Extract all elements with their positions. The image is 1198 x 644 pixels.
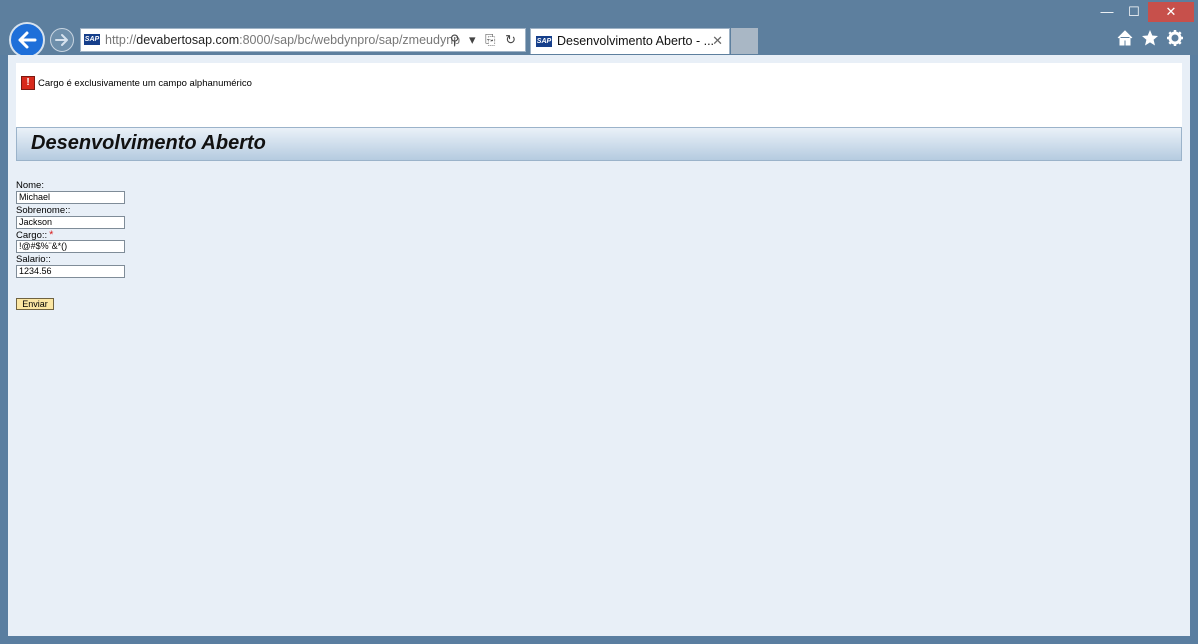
maximize-button[interactable]: ☐: [1121, 2, 1147, 22]
error-icon: !: [21, 76, 35, 90]
home-icon[interactable]: [1116, 29, 1134, 52]
new-tab-button[interactable]: [731, 28, 758, 54]
forward-button[interactable]: [50, 28, 74, 52]
page-title: Desenvolvimento Aberto: [31, 132, 266, 154]
cargo-field[interactable]: !@#$%¨&*(): [16, 240, 125, 253]
page-header: Desenvolvimento Aberto: [16, 127, 1182, 161]
error-message[interactable]: Cargo é exclusivamente um campo alphanum…: [38, 78, 252, 89]
sobrenome-field[interactable]: Jackson: [16, 216, 125, 229]
minimize-button[interactable]: —: [1094, 2, 1120, 22]
salario-label: Salario::: [16, 254, 51, 265]
page-content: ! Cargo é exclusivamente um campo alphan…: [8, 55, 1190, 636]
arrow-right-icon: [55, 34, 68, 46]
message-area: ! Cargo é exclusivamente um campo alphan…: [16, 63, 1182, 128]
star-icon[interactable]: [1141, 29, 1159, 52]
address-bar[interactable]: SAP http://devabertosap.com:8000/sap/bc/…: [80, 28, 526, 52]
back-button[interactable]: [9, 22, 45, 58]
sobrenome-label: Sobrenome::: [16, 205, 71, 216]
nome-field[interactable]: Michael: [16, 191, 125, 204]
address-url[interactable]: http://devabertosap.com:8000/sap/bc/webd…: [105, 33, 460, 47]
tab-title: Desenvolvimento Aberto - ...: [557, 34, 715, 48]
salario-field[interactable]: 1234.56: [16, 265, 125, 278]
sap-favicon-icon: SAP: [536, 36, 552, 47]
nome-label: Nome:: [16, 180, 44, 191]
address-tools-icons[interactable]: ⚲ ▾ ⎘ ↻: [450, 32, 519, 48]
gear-icon[interactable]: [1166, 29, 1184, 52]
sap-favicon-icon: SAP: [84, 34, 100, 45]
tab-desenvolvimento-aberto[interactable]: SAP Desenvolvimento Aberto - ... ✕: [530, 28, 730, 54]
arrow-left-icon: [18, 31, 37, 49]
enviar-button[interactable]: Enviar: [16, 298, 54, 310]
browser-titlebar: — ☐ ✕ SAP http://devabertosap.com:8000/s…: [0, 0, 1198, 58]
close-window-button[interactable]: ✕: [1148, 2, 1194, 22]
close-tab-icon[interactable]: ✕: [712, 33, 723, 49]
